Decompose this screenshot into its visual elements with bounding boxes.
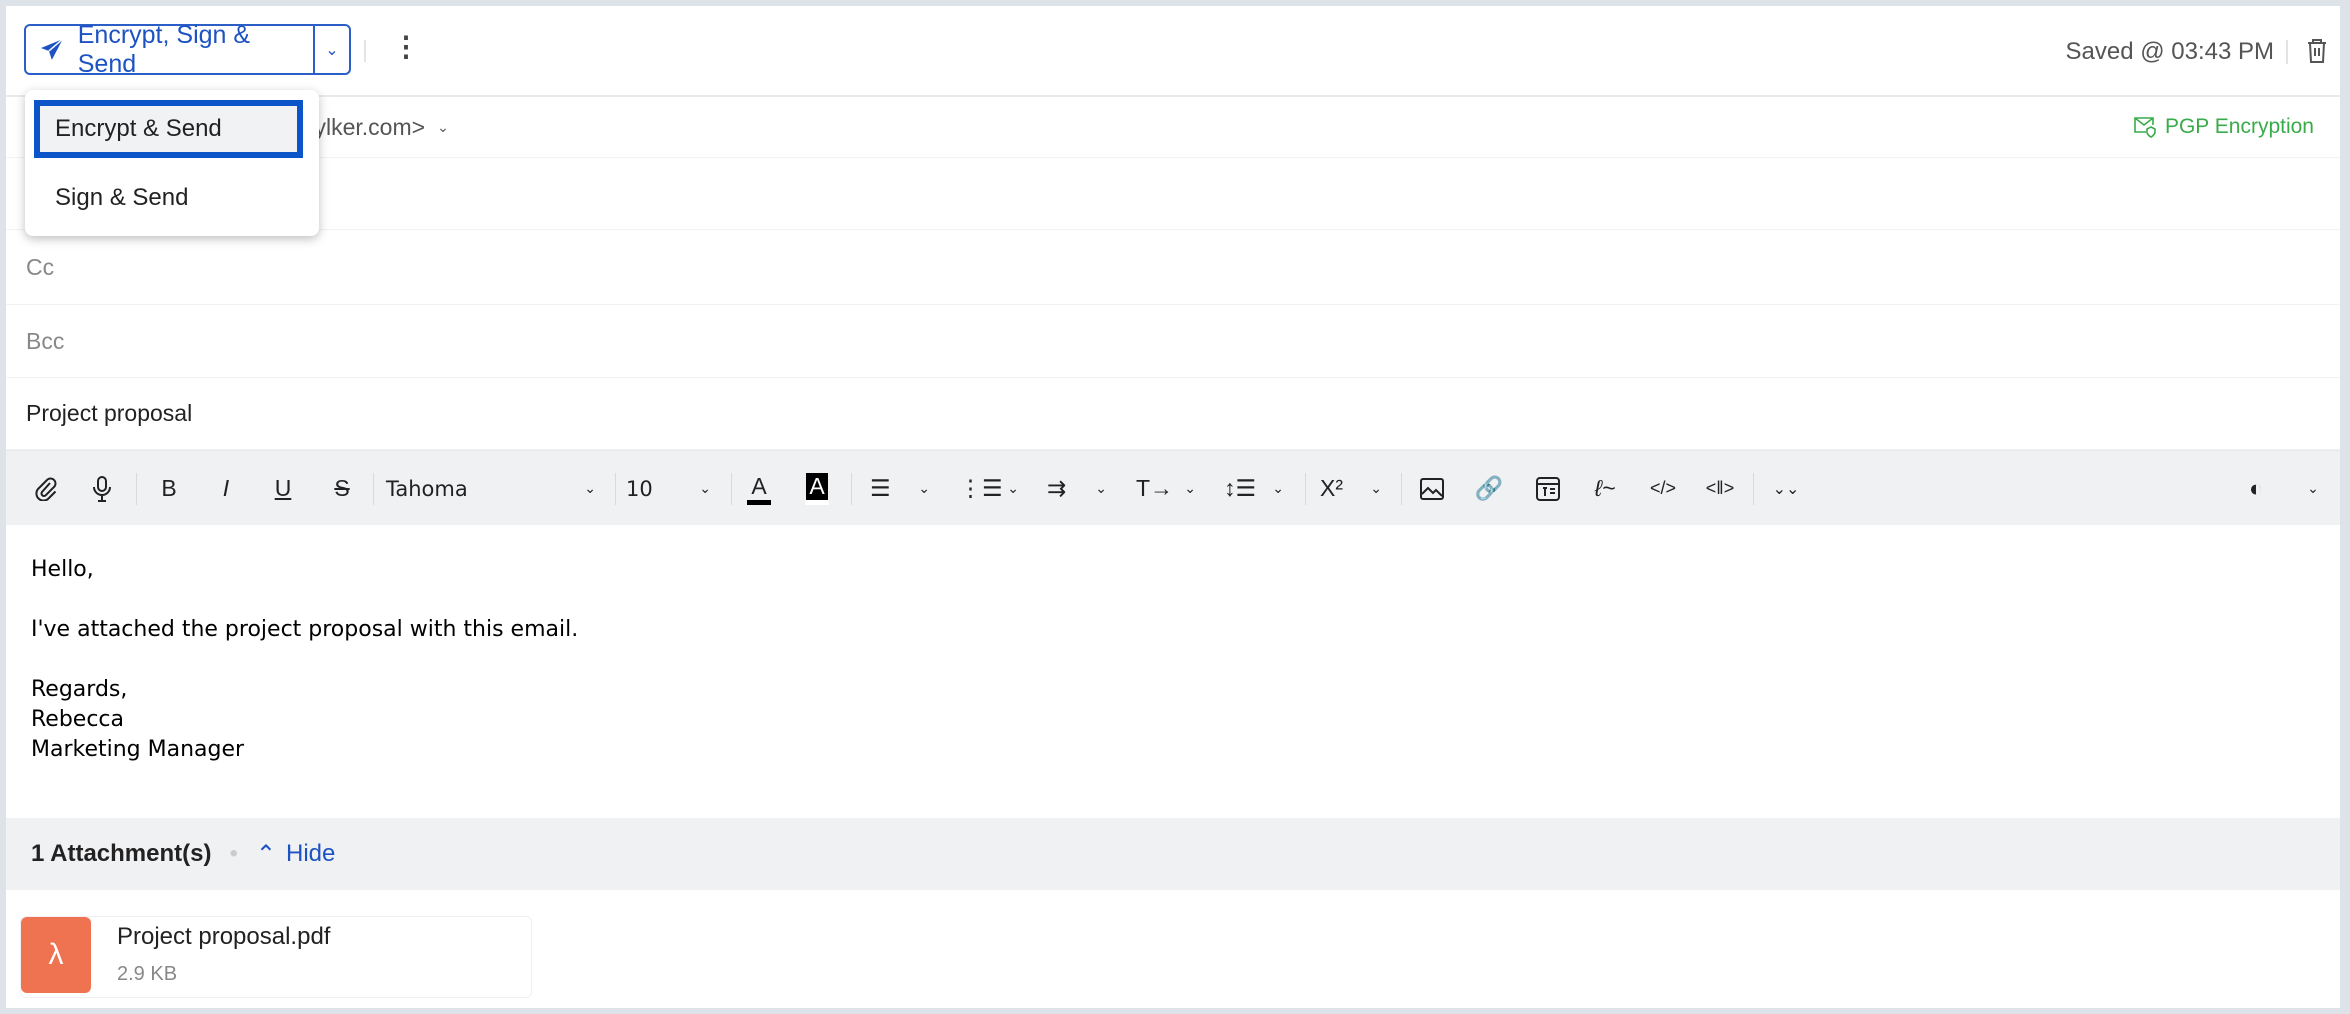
pgp-encryption-label: PGP Encryption [2164, 115, 2314, 138]
bold-icon[interactable]: B [156, 451, 182, 526]
chevron-down-icon: ⌄ [584, 480, 596, 497]
insert-table-icon[interactable] [1535, 451, 1561, 526]
superscript-icon: X² [1320, 475, 1343, 501]
send-button-group: Encrypt, Sign & Send ⌄ [24, 21, 351, 78]
pgp-encryption-toggle[interactable]: PGP Encryption [2133, 115, 2314, 139]
body-line: Marketing Manager [31, 737, 245, 762]
subject-field[interactable]: Project proposal [6, 378, 2340, 450]
compose-header: Encrypt, Sign & Send ⌄ ⋮ Saved @ 03:43 P… [6, 6, 2340, 97]
body-line: Hello, [31, 557, 94, 582]
compose-window: Encrypt, Sign & Send ⌄ ⋮ Saved @ 03:43 P… [6, 6, 2340, 1008]
more-options-icon[interactable]: ⋮ [392, 30, 420, 63]
send-options-menu: Encrypt & Send Sign & Send [25, 90, 319, 236]
hide-attachments-link[interactable]: ⌃ Hide [256, 840, 335, 869]
indent-dropdown[interactable]: ⇉ ⌄ [1047, 451, 1107, 526]
text-direction-icon: T→ [1136, 475, 1174, 501]
send-options-chevron-icon[interactable]: ⌄ [315, 40, 349, 60]
indent-icon: ⇉ [1047, 475, 1067, 501]
attachments-header: 1 Attachment(s) • ⌃ Hide [6, 818, 2340, 890]
attachment-count: 1 Attachment(s) [31, 840, 212, 867]
menu-item-encrypt-send[interactable]: Encrypt & Send [34, 100, 303, 158]
signature-icon[interactable]: ℓ~ [1592, 451, 1618, 526]
italic-icon[interactable]: I [213, 451, 239, 526]
send-button-label: Encrypt, Sign & Send [77, 20, 251, 78]
double-chevron-up-icon: ⌃ [255, 840, 276, 868]
bcc-field[interactable]: Bcc [6, 305, 2340, 378]
from-field[interactable]: zylker.com> ⌄ PGP Encryption [6, 97, 2340, 158]
to-field[interactable] [6, 158, 2340, 230]
text-direction-dropdown[interactable]: T→ ⌄ [1136, 451, 1196, 526]
attachment-size: 2.9 KB [117, 963, 178, 985]
saved-status: Saved @ 03:43 PM [2065, 38, 2274, 65]
attachment-name: Project proposal.pdf [117, 923, 331, 950]
attach-icon[interactable] [30, 451, 62, 526]
from-address: zylker.com> [303, 113, 426, 140]
cc-label: Cc [26, 253, 55, 280]
align-left-icon: ☰ [870, 475, 891, 501]
from-chevron-icon[interactable]: ⌄ [437, 119, 449, 136]
body-line [31, 645, 2315, 675]
line-height-icon: ↕☰ [1224, 475, 1257, 501]
message-body[interactable]: Hello, I've attached the project proposa… [6, 525, 2340, 818]
microphone-icon[interactable] [86, 451, 118, 526]
body-line: Rebecca [31, 707, 125, 732]
send-icon [40, 38, 64, 60]
more-tools-icon[interactable]: ⌄⌄ [1773, 451, 1800, 526]
code-icon[interactable]: </> [1648, 451, 1678, 526]
underline-icon[interactable]: U [270, 451, 296, 526]
encrypt-sign-send-button[interactable]: Encrypt, Sign & Send [26, 21, 315, 78]
align-dropdown[interactable]: ☰ ⌄ [870, 451, 930, 526]
trash-icon[interactable] [2306, 38, 2328, 69]
divider [364, 40, 366, 62]
superscript-dropdown[interactable]: X² ⌄ [1320, 451, 1382, 526]
menu-item-sign-send[interactable]: Sign & Send [25, 169, 319, 227]
body-line: Regards, [31, 677, 128, 702]
attachment-card[interactable]: λ Project proposal.pdf 2.9 KB [20, 916, 532, 998]
bullet-list-icon: ⋮☰ [959, 475, 1003, 501]
strikethrough-icon[interactable]: S [329, 451, 355, 526]
theme-toggle-icon[interactable]: ◐ [2242, 451, 2270, 526]
font-family-select[interactable]: Tahoma ⌄ [386, 451, 596, 526]
chevron-down-icon: ⌄ [699, 480, 711, 497]
source-code-icon[interactable]: <‖> [1705, 451, 1735, 526]
font-size-value: 10 [626, 476, 653, 501]
encrypted-mail-icon [2134, 117, 2156, 138]
list-dropdown[interactable]: ⋮☰ ⌄ [959, 451, 1019, 526]
dot-separator: • [229, 840, 238, 867]
pdf-file-icon: λ [21, 917, 91, 993]
line-height-dropdown[interactable]: ↕☰ ⌄ [1224, 451, 1284, 526]
bcc-label: Bcc [26, 327, 65, 354]
divider [2286, 40, 2288, 64]
hide-label: Hide [285, 840, 336, 867]
formatting-toolbar: B I U S Tahoma ⌄ 10 ⌄ A A ☰ ⌄ ⋮☰ ⌄ ⇉ ⌄ T→ ⌄ ↕☰… [6, 450, 2340, 525]
cc-field[interactable]: Cc [6, 230, 2340, 305]
link-icon[interactable]: 🔗 [1475, 451, 1504, 526]
subject-value: Project proposal [26, 400, 193, 426]
chevron-down-icon[interactable]: ⌄ [2301, 451, 2325, 526]
body-line: I've attached the project proposal with … [31, 617, 579, 642]
insert-image-icon[interactable] [1419, 451, 1445, 526]
font-family-value: Tahoma [386, 476, 468, 501]
font-size-select[interactable]: 10 ⌄ [626, 451, 711, 526]
body-line [31, 585, 2315, 615]
text-color-icon[interactable]: A [746, 451, 772, 526]
background-color-icon[interactable]: A [804, 451, 830, 526]
